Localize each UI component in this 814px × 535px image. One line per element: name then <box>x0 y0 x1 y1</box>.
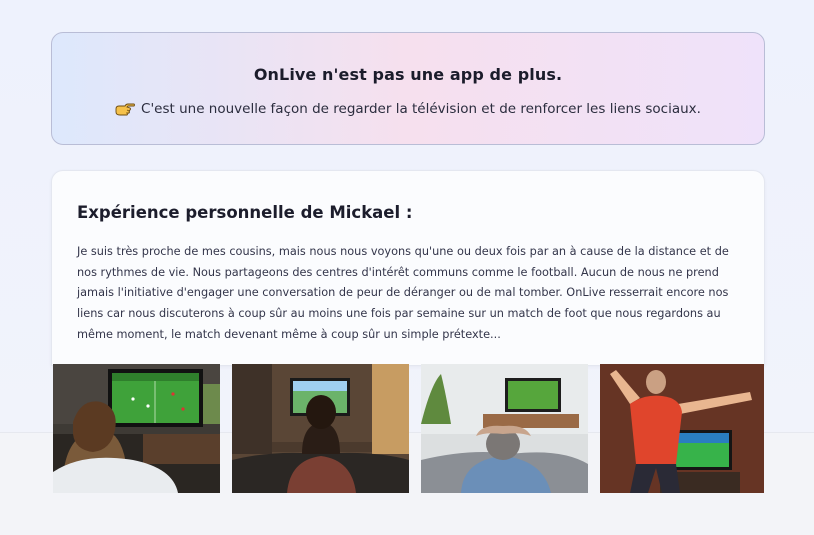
man-on-couch-watching-tv-photo <box>232 364 409 493</box>
testimonial-body: Je suis très proche de mes cousins, mais… <box>77 245 729 341</box>
man-cheering-in-front-of-tv-photo <box>600 364 764 493</box>
banner-subtitle: C'est une nouvelle façon de regarder la … <box>141 101 701 117</box>
banner-subtitle-row: C'est une nouvelle façon de regarder la … <box>52 101 764 117</box>
banner-title: OnLive n'est pas une app de plus. <box>253 65 563 84</box>
pointing-hand-icon <box>115 103 135 116</box>
man-relaxing-sofa-watching-football-photo <box>421 364 588 493</box>
boy-watching-football-tv-photo <box>53 364 220 493</box>
testimonial-title: Expérience personnelle de Mickael : <box>77 203 413 222</box>
intro-banner: OnLive n'est pas une app de plus. C'est … <box>51 32 765 145</box>
testimonial-card: Expérience personnelle de Mickael : Je s… <box>51 170 765 366</box>
